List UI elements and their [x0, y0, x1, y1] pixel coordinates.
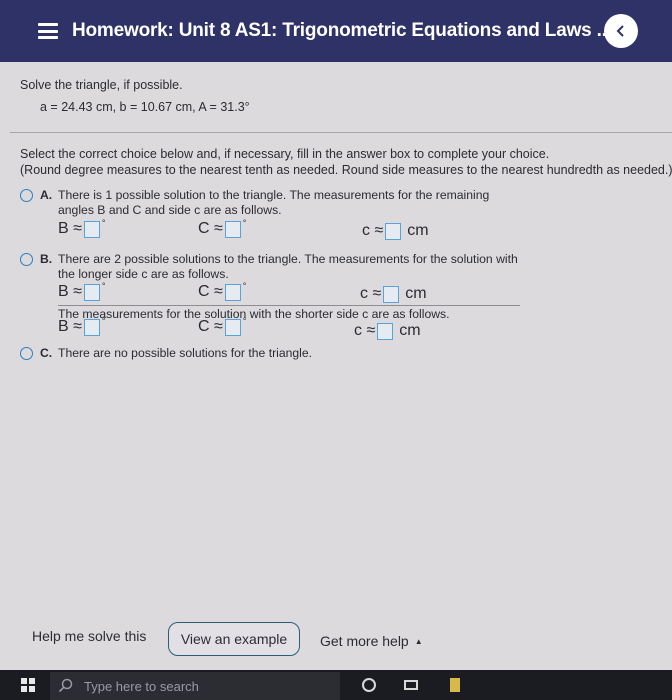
choice-b[interactable]: B. There are 2 possible solutions to the…: [20, 252, 620, 292]
help-me-solve-button[interactable]: Help me solve this: [32, 628, 146, 644]
app-header: Homework: Unit 8 AS1: Trigonometric Equa…: [0, 0, 672, 62]
search-placeholder: Type here to search: [84, 678, 199, 694]
degree-symbol: °: [242, 281, 247, 291]
windows-taskbar: Type here to search: [0, 670, 672, 700]
choice-text: There are no possible solutions for the …: [58, 346, 312, 361]
pinned-app-icon[interactable]: [450, 678, 460, 692]
choice-b-line3: The measurements for the solution with t…: [58, 307, 450, 321]
task-view-icon[interactable]: [404, 680, 418, 690]
radio-choice-c[interactable]: [20, 347, 33, 360]
instructions-line1: Select the correct choice below and, if …: [20, 147, 550, 161]
label-B: B ≈: [58, 220, 82, 237]
answer-box-b-short-c[interactable]: [377, 322, 394, 340]
instructions-line2: (Round degree measures to the nearest te…: [20, 163, 672, 177]
choice-letter: B.: [40, 252, 53, 266]
answer-box-a-c[interactable]: [385, 222, 402, 240]
solution-separator: [58, 305, 520, 306]
choice-b-long-C-field: C ≈ °: [198, 281, 247, 301]
radio-choice-a[interactable]: [20, 189, 33, 202]
choice-b-short-C-field: C ≈ °: [198, 316, 247, 336]
cortana-icon[interactable]: [362, 678, 376, 692]
windows-start-icon[interactable]: [21, 678, 35, 692]
label-B: B ≈: [58, 283, 82, 300]
choice-b-long-c-field: c ≈ cm: [360, 285, 427, 303]
degree-symbol: °: [242, 316, 247, 326]
choice-a-line2: angles B and C and side c are as follows…: [58, 203, 282, 217]
back-button[interactable]: [604, 14, 638, 48]
answer-box-b-short-B[interactable]: [83, 318, 100, 336]
answer-box-b-long-c[interactable]: [383, 285, 400, 303]
choice-text: There is 1 possible solution to the tria…: [58, 188, 489, 218]
label-c: c ≈: [362, 222, 384, 239]
choice-b-long-B-field: B ≈ °: [58, 281, 106, 301]
label-c: c ≈: [360, 285, 382, 302]
degree-symbol: °: [242, 218, 247, 228]
chevron-left-icon: [616, 25, 624, 37]
label-C: C ≈: [198, 318, 223, 335]
taskbar-search-box[interactable]: Type here to search: [50, 672, 340, 700]
choice-a-B-field: B ≈ °: [58, 218, 106, 238]
get-more-help-label: Get more help: [320, 633, 409, 649]
unit-cm: cm: [407, 222, 429, 239]
choice-a-c-field: c ≈ cm: [362, 222, 429, 240]
choice-b-short-c-field: c ≈ cm: [354, 322, 421, 340]
divider: [10, 132, 672, 133]
degree-symbol: °: [101, 281, 106, 291]
answer-box-b-long-C[interactable]: [224, 283, 241, 301]
degree-symbol: °: [101, 316, 106, 326]
unit-cm: cm: [405, 285, 427, 302]
label-c: c ≈: [354, 322, 376, 339]
radio-choice-b[interactable]: [20, 253, 33, 266]
answer-box-a-B[interactable]: [83, 220, 100, 238]
answer-box-b-long-B[interactable]: [83, 283, 100, 301]
get-more-help-button[interactable]: Get more help ▲: [320, 633, 423, 649]
choice-c[interactable]: C. There are no possible solutions for t…: [20, 346, 420, 364]
label-B: B ≈: [58, 318, 82, 335]
degree-symbol: °: [101, 218, 106, 228]
view-example-button[interactable]: View an example: [168, 622, 300, 656]
unit-cm: cm: [399, 322, 421, 339]
choice-letter: C.: [40, 346, 53, 360]
choice-c-line1: There are no possible solutions for the …: [58, 346, 313, 360]
choice-b-line1: There are 2 possible solutions to the tr…: [58, 252, 518, 266]
choice-text: There are 2 possible solutions to the tr…: [58, 252, 518, 282]
page-title: Homework: Unit 8 AS1: Trigonometric Equa…: [72, 20, 612, 41]
instructions: Select the correct choice below and, if …: [20, 146, 672, 178]
help-bar: Help me solve this View an example Get m…: [0, 610, 672, 670]
label-C: C ≈: [198, 283, 223, 300]
choice-a-line1: There is 1 possible solution to the tria…: [58, 188, 490, 202]
problem-prompt: Solve the triangle, if possible.: [20, 78, 183, 92]
choice-a-C-field: C ≈ °: [198, 218, 247, 238]
problem-statement: Solve the triangle, if possible. a = 24.…: [20, 78, 250, 114]
choice-b-line2: the longer side c are as follows.: [58, 267, 229, 281]
hamburger-menu-icon[interactable]: [38, 23, 58, 39]
label-C: C ≈: [198, 220, 223, 237]
answer-box-b-short-C[interactable]: [224, 318, 241, 336]
answer-box-a-C[interactable]: [224, 220, 241, 238]
caret-up-icon: ▲: [414, 636, 423, 646]
choice-b-short-B-field: B ≈ °: [58, 316, 106, 336]
search-icon: [58, 678, 73, 693]
question-panel: Solve the triangle, if possible. a = 24.…: [0, 62, 672, 610]
problem-givens: a = 24.43 cm, b = 10.67 cm, A = 31.3°: [40, 100, 250, 114]
choice-letter: A.: [40, 188, 53, 202]
